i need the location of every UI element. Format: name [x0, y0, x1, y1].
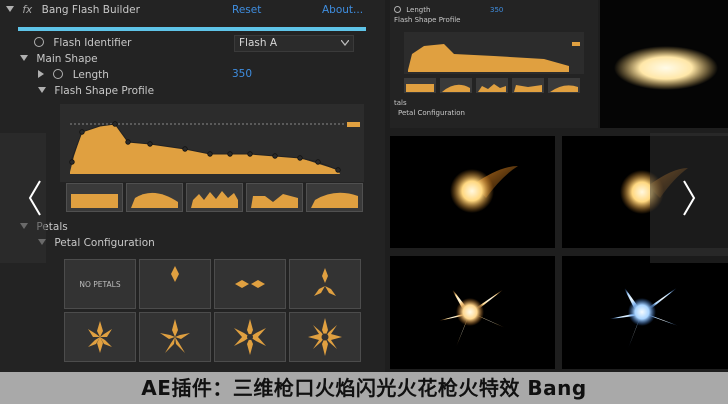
petal-6-icon	[234, 319, 266, 355]
effect-controls-panel: fx Bang Flash Builder Reset About... Fla…	[0, 0, 385, 372]
collapse-triangle-icon[interactable]	[6, 6, 14, 12]
about-link[interactable]: About...	[322, 4, 363, 16]
prev-slide-button[interactable]	[0, 133, 46, 263]
mini-effect-panel: Length 350 Flash Shape Profile tals Peta…	[390, 0, 598, 128]
petal-option-5[interactable]	[139, 312, 211, 362]
chevron-right-icon	[683, 180, 696, 216]
flash-identifier-value: Flash A	[239, 37, 278, 49]
mini-petals-label: tals	[394, 99, 407, 107]
mini-profile-presets	[404, 78, 584, 94]
petal-5-icon	[160, 319, 190, 353]
petal-4-icon	[88, 321, 112, 353]
chevron-left-icon	[28, 180, 41, 216]
length-row: Length	[38, 69, 109, 81]
petal-configuration-label: Petal Configuration	[54, 237, 155, 249]
flash-identifier-row: Flash Identifier	[34, 37, 132, 49]
muzzle-flash-image	[614, 46, 718, 90]
mini-shape-profile-graph	[404, 32, 584, 74]
flash-shape-profile-label: Flash Shape Profile	[54, 85, 155, 97]
star-flash-image	[434, 286, 510, 352]
flash-identifier-label: Flash Identifier	[53, 37, 132, 49]
petal-option-none[interactable]: NO PETALS	[64, 259, 136, 309]
flash-identifier-dropdown[interactable]: Flash A	[234, 35, 354, 52]
preview-star-flash-orange	[390, 256, 555, 369]
profile-preset-1[interactable]	[66, 183, 123, 212]
profile-preset-3[interactable]	[186, 183, 243, 212]
reset-link[interactable]: Reset	[232, 4, 261, 16]
mini-length-label: Length	[406, 6, 431, 14]
mini-length-row: Length	[394, 6, 430, 14]
mini-flash-shape-profile-label: Flash Shape Profile	[394, 16, 461, 24]
flash-shape-profile-group[interactable]: Flash Shape Profile	[38, 85, 154, 97]
petal-option-3[interactable]	[289, 259, 361, 309]
petal-option-4[interactable]	[64, 312, 136, 362]
star-flash-image	[604, 284, 684, 354]
caption-banner: AE插件：三维枪口火焰闪光火花枪火特效 Bang	[0, 372, 728, 404]
profile-preset-4[interactable]	[246, 183, 303, 212]
shape-profile-curve[interactable]	[60, 104, 364, 182]
profile-preset-5[interactable]	[306, 183, 363, 212]
petal-option-6[interactable]	[214, 312, 286, 362]
collapse-triangle-icon[interactable]	[38, 87, 46, 93]
main-shape-label: Main Shape	[36, 53, 98, 65]
fireball-image	[450, 166, 518, 213]
length-value[interactable]: 350	[232, 68, 252, 80]
next-slide-button[interactable]	[650, 133, 728, 263]
petal-1-icon	[171, 266, 179, 282]
petal-configuration-group[interactable]: Petal Configuration	[38, 237, 155, 249]
effect-title: Bang Flash Builder	[41, 4, 140, 16]
stopwatch-icon	[394, 6, 401, 13]
petal-7-icon	[308, 318, 342, 356]
profile-preset-2[interactable]	[126, 183, 183, 212]
expand-triangle-icon[interactable]	[38, 70, 44, 78]
preview-star-flash-blue	[562, 256, 728, 369]
fx-label: fx	[22, 4, 33, 16]
mini-length-value: 350	[490, 6, 504, 14]
mini-petal-configuration-label: Petal Configuration	[398, 109, 465, 117]
shape-profile-graph[interactable]	[60, 104, 364, 182]
petal-option-2[interactable]	[214, 259, 286, 309]
stopwatch-icon[interactable]	[53, 69, 64, 79]
chevron-down-icon	[341, 40, 349, 46]
preview-fireball-1	[390, 136, 555, 248]
no-petals-label: NO PETALS	[79, 280, 121, 289]
petal-option-7[interactable]	[289, 312, 361, 362]
stopwatch-icon[interactable]	[34, 37, 44, 47]
collapse-triangle-icon[interactable]	[20, 55, 28, 61]
main-shape-group[interactable]: Main Shape	[20, 53, 98, 65]
petal-option-1[interactable]	[139, 259, 211, 309]
preview-flash-main	[600, 0, 728, 128]
effect-header-bar	[18, 27, 366, 31]
effect-header[interactable]: fx Bang Flash Builder	[6, 4, 140, 16]
petal-2-icon	[235, 280, 265, 288]
petal-3-icon	[314, 268, 336, 296]
length-label: Length	[72, 69, 109, 81]
